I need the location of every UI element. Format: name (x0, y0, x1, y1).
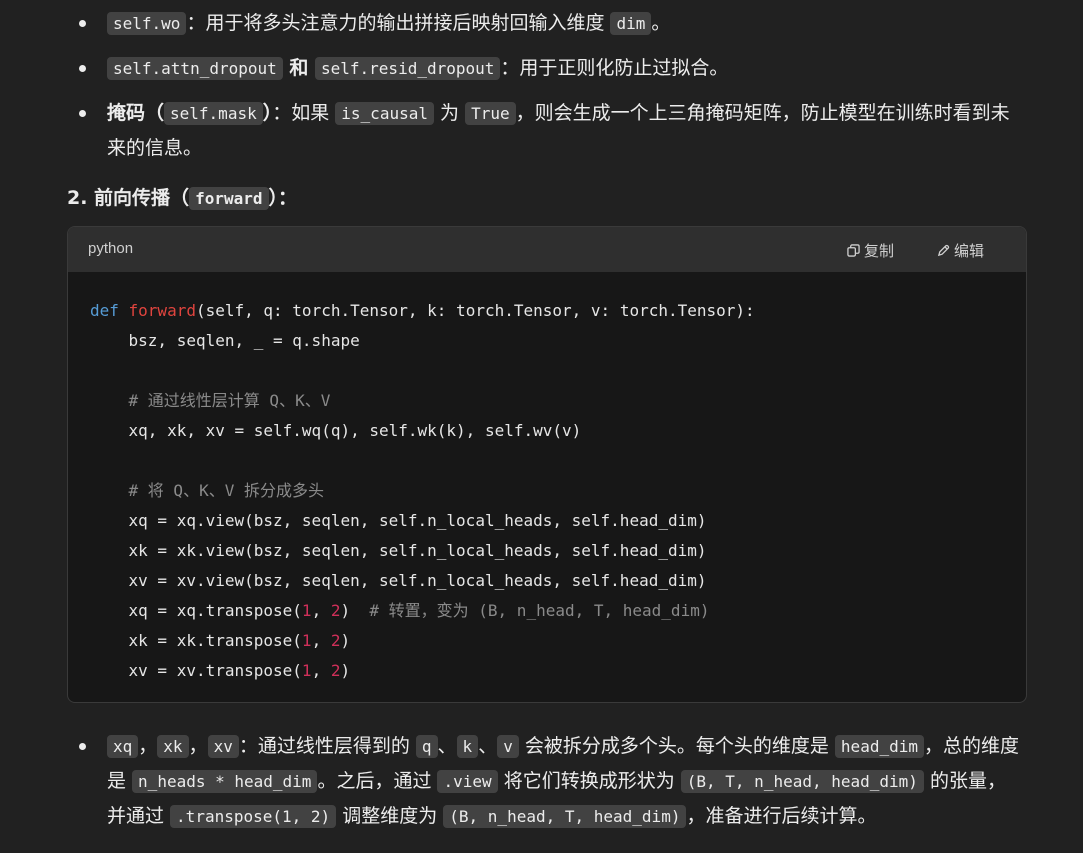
bullet-list-bottom: xq， xk， xv ：通过线性层得到的 q、 k、 v 会被拆分成多个头。每个头的维度是… (0, 729, 1083, 834)
heading-prefix: 2. 前向传播（ (67, 187, 190, 209)
inline-code: self.attn_dropout (107, 57, 283, 80)
code-token: # 通过线性层计算 Q、K、V (90, 391, 331, 410)
code-token: def (90, 301, 129, 320)
code-token: # 将 Q、K、V 拆分成多头 (90, 481, 324, 500)
code-token: 1 (301, 631, 312, 650)
inline-code: is_causal (335, 102, 434, 125)
code-line: xk = xk.transpose(1, 2) (90, 626, 1004, 656)
code-token: xk = xk.transpose( (90, 631, 302, 650)
inline-code: True (465, 102, 516, 125)
code-token: xv = xv.view(bsz, seqlen, self.n_local_h… (90, 571, 707, 590)
heading-suffix: ）： (268, 187, 298, 209)
code-line: xv = xv.transpose(1, 2) (90, 656, 1004, 686)
inline-code: dim (610, 12, 652, 35)
list-text: 。 (651, 12, 671, 34)
code-token: xq, xk, xv = self.wq(q), self.wk(k), sel… (90, 421, 582, 440)
inline-code: self.wo (107, 12, 187, 35)
inline-code: (B, n_head, T, head_dim) (443, 805, 687, 828)
list-item: self.attn_dropout 和 self.resid_dropout ：用… (0, 51, 1083, 86)
code-token: (self, q: torch.Tensor, k: torch.Tensor,… (195, 301, 755, 320)
list-text: ， (138, 735, 158, 757)
code-line: # 将 Q、K、V 拆分成多头 (90, 476, 1004, 506)
inline-code: (B, T, n_head, head_dim) (680, 770, 924, 793)
list-text: 为 (433, 102, 466, 124)
inline-code: .transpose(1, 2) (170, 805, 337, 828)
list-item: 掩码（ self.mask ）：如果 is_causal 为 True ，则会生成一个… (0, 96, 1083, 166)
bold-text: ） (262, 102, 273, 124)
list-text: 、 (478, 735, 498, 757)
inline-code: xv (207, 735, 239, 758)
code-line: xq, xk, xv = self.wq(q), self.wk(k), sel… (90, 416, 1004, 446)
inline-code: xk (157, 735, 189, 758)
code-line: def forward(self, q: torch.Tensor, k: to… (90, 296, 1004, 326)
code-token: , (311, 601, 331, 620)
code-block-header: python 复制 编辑 (68, 227, 1026, 272)
code-line: xv = xv.view(bsz, seqlen, self.n_local_h… (90, 566, 1004, 596)
code-line: # 通过线性层计算 Q、K、V (90, 386, 1004, 416)
bullet-icon (79, 65, 86, 72)
code-token: 1 (301, 601, 312, 620)
list-text: ：通过线性层得到的 (238, 735, 416, 757)
copy-button[interactable]: 复制 (847, 240, 894, 261)
list-text: ：用于将多头注意力的输出拼接后映射回输入维度 (186, 12, 611, 34)
list-text: 会被拆分成多个头。每个头的维度是 (518, 735, 835, 757)
code-line: xq = xq.transpose(1, 2) # 转置，变为 (B, n_he… (90, 596, 1004, 626)
code-token: forward (128, 301, 196, 320)
inline-code: q (415, 735, 438, 758)
bold-text: 和 (282, 57, 315, 79)
inline-code: self.mask (164, 102, 263, 125)
list-item: xq， xk， xv ：通过线性层得到的 q、 k、 v 会被拆分成多个头。每个头的维度是… (0, 729, 1083, 834)
bullet-icon (79, 110, 86, 117)
edit-button[interactable]: 编辑 (937, 240, 984, 261)
code-token: xq = xq.transpose( (90, 601, 302, 620)
list-text: 。之后，通过 (317, 770, 438, 792)
code-token: bsz, seqlen, _ = q.shape (90, 331, 360, 350)
list-text: ：用于正则化防止过拟合。 (500, 57, 729, 79)
code-block: python 复制 编辑 def forward(self, q: torch.… (67, 226, 1027, 703)
list-text: ，准备进行后续计算。 (686, 805, 877, 827)
code-line: bsz, seqlen, _ = q.shape (90, 326, 1004, 356)
bullet-icon (79, 743, 86, 750)
list-text: 将它们转换成形状为 (497, 770, 681, 792)
code-line: xq = xq.view(bsz, seqlen, self.n_local_h… (90, 506, 1004, 536)
list-text: ， (188, 735, 208, 757)
inline-code: k (456, 735, 479, 758)
code-token: , (311, 661, 331, 680)
copy-icon (847, 244, 860, 257)
edit-label: 编辑 (954, 243, 985, 260)
list-text: 、 (437, 735, 457, 757)
inline-code: .view (437, 770, 498, 793)
code-token: 1 (301, 661, 312, 680)
inline-code: self.resid_dropout (315, 57, 501, 80)
code-token: xv = xv.transpose( (90, 661, 302, 680)
list-item: self.wo ：用于将多头注意力的输出拼接后映射回输入维度 dim。 (0, 6, 1083, 41)
code-token: xk = xk.view(bsz, seqlen, self.n_local_h… (90, 541, 707, 560)
copy-label: 复制 (864, 243, 895, 260)
code-token: # 转置，变为 (B, n_head, T, head_dim) (369, 601, 710, 620)
bold-text: 掩码（ (107, 102, 165, 124)
code-token: xq = xq.view(bsz, seqlen, self.n_local_h… (90, 511, 707, 530)
bullet-list-top: self.wo ：用于将多头注意力的输出拼接后映射回输入维度 dim。 self.a… (0, 6, 1083, 176)
list-text: ：如果 (272, 102, 336, 124)
section-heading: 2. 前向传播（ forward）： (67, 183, 297, 210)
code-body: def forward(self, q: torch.Tensor, k: to… (68, 272, 1026, 702)
pencil-icon (937, 244, 950, 257)
inline-code: n_heads * head_dim (132, 770, 318, 793)
code-token: ) (340, 631, 351, 650)
inline-code: head_dim (834, 735, 924, 758)
code-token: ) (340, 601, 370, 620)
code-token: , (311, 631, 331, 650)
inline-code: v (497, 735, 519, 758)
inline-code: xq (107, 735, 139, 758)
bullet-icon (79, 20, 86, 27)
code-token: ) (340, 661, 351, 680)
code-language-label: python (88, 240, 134, 257)
heading-code: forward (189, 187, 269, 210)
code-line: xk = xk.view(bsz, seqlen, self.n_local_h… (90, 536, 1004, 566)
list-text: 调整维度为 (336, 805, 444, 827)
